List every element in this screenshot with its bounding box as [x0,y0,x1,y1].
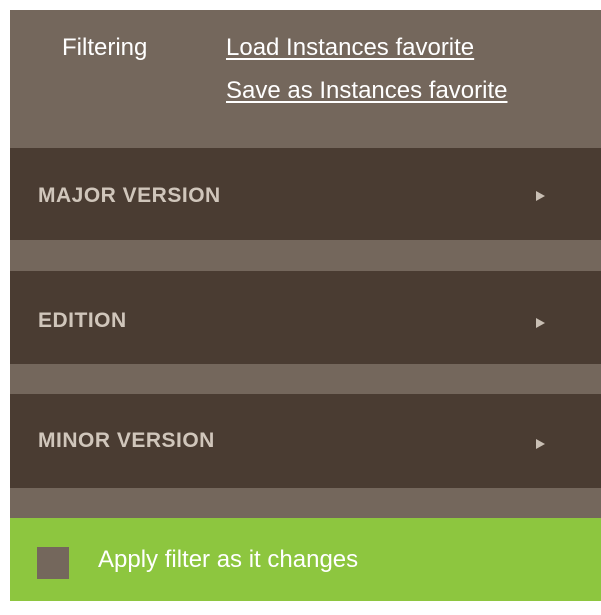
apply-filter-label[interactable]: Apply filter as it changes [98,545,358,575]
triangle-right-icon [536,439,545,449]
filter-header: Filtering Load Instances favorite Save a… [10,10,601,148]
load-favorite-link[interactable]: Load Instances favorite [226,33,474,63]
apply-filter-checkbox[interactable] [37,547,69,579]
section-label: MINOR VERSION [38,429,215,452]
section-minor-version[interactable]: MINOR VERSION [10,394,601,488]
section-edition[interactable]: EDITION [10,271,601,364]
save-favorite-link[interactable]: Save as Instances favorite [226,76,507,106]
filtering-title: Filtering [62,34,148,61]
filter-panel: Filtering Load Instances favorite Save a… [0,0,601,615]
triangle-right-icon [536,318,545,328]
section-label: EDITION [38,309,127,332]
section-divider [10,240,601,271]
triangle-right-icon [536,191,545,201]
apply-filter-bar: Apply filter as it changes [10,518,601,601]
panel-footer [10,601,601,615]
section-label: MAJOR VERSION [38,184,221,207]
section-divider [10,488,601,518]
section-major-version[interactable]: MAJOR VERSION [10,148,601,240]
section-divider [10,364,601,394]
